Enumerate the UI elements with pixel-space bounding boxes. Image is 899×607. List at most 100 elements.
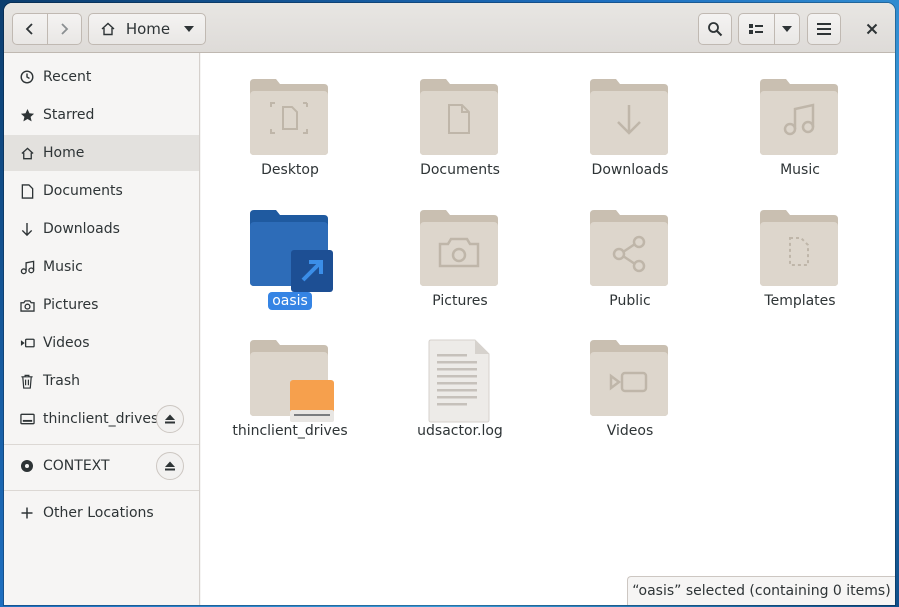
download-icon bbox=[19, 221, 35, 237]
folder-drive-icon bbox=[250, 340, 334, 422]
sidebar-separator bbox=[4, 490, 199, 491]
file-item-downloads[interactable]: Downloads bbox=[547, 53, 707, 181]
file-item-videos[interactable]: Videos bbox=[547, 314, 707, 442]
home-icon bbox=[19, 145, 35, 161]
view-menu-button[interactable] bbox=[773, 14, 799, 44]
sidebar-item-label: Music bbox=[43, 259, 83, 275]
sidebar-item-label: thinclient_drives bbox=[43, 411, 159, 427]
file-item-udsactor-log[interactable]: udsactor.log bbox=[377, 314, 537, 442]
folder-templates-icon bbox=[760, 210, 838, 286]
folder-link-icon bbox=[250, 210, 333, 292]
file-manager-window: Home Recent Starred Home Documents Downl… bbox=[4, 3, 895, 605]
file-item-pictures[interactable]: Pictures bbox=[377, 184, 537, 312]
folder-share-icon bbox=[590, 210, 668, 286]
file-item-desktop[interactable]: Desktop bbox=[207, 53, 367, 181]
sidebar-item-recent[interactable]: Recent bbox=[4, 59, 199, 95]
sidebar-item-label: Documents bbox=[43, 183, 123, 199]
sidebar-item-thinclient-drives[interactable]: thinclient_drives bbox=[4, 401, 199, 437]
chevron-right-icon bbox=[61, 23, 69, 35]
eject-icon bbox=[165, 461, 175, 471]
sidebar-item-label: CONTEXT bbox=[43, 458, 110, 474]
main-menu-button[interactable] bbox=[807, 13, 841, 45]
home-icon bbox=[101, 22, 115, 36]
folder-desktop-icon bbox=[250, 79, 328, 155]
list-view-button[interactable] bbox=[739, 14, 774, 44]
file-item-thinclient-drives[interactable]: thinclient_drives bbox=[207, 314, 367, 442]
sidebar-item-pictures[interactable]: Pictures bbox=[4, 287, 199, 323]
document-icon bbox=[19, 183, 35, 199]
file-item-documents[interactable]: Documents bbox=[377, 53, 537, 181]
folder-documents-icon bbox=[420, 79, 498, 155]
sidebar-item-documents[interactable]: Documents bbox=[4, 173, 199, 209]
file-name: Music bbox=[780, 162, 820, 178]
text-file-icon bbox=[428, 339, 490, 423]
sidebar-item-starred[interactable]: Starred bbox=[4, 97, 199, 133]
eject-button[interactable] bbox=[156, 405, 184, 433]
chevron-down-icon bbox=[781, 26, 792, 32]
search-button[interactable] bbox=[698, 13, 732, 45]
file-name: Downloads bbox=[591, 162, 669, 178]
plus-icon bbox=[19, 505, 35, 521]
sidebar-item-label: Trash bbox=[43, 373, 80, 389]
sidebar-item-label: Home bbox=[43, 145, 85, 161]
sidebar-item-downloads[interactable]: Downloads bbox=[4, 211, 199, 247]
file-name: Pictures bbox=[432, 293, 488, 309]
sidebar: Recent Starred Home Documents Downloads … bbox=[4, 53, 200, 605]
path-bar-button[interactable]: Home bbox=[88, 13, 206, 45]
sidebar-item-other-locations[interactable]: Other Locations bbox=[4, 495, 199, 531]
camera-icon bbox=[19, 297, 35, 313]
close-button[interactable] bbox=[857, 13, 887, 45]
music-icon bbox=[19, 259, 35, 275]
file-name: udsactor.log bbox=[417, 423, 503, 439]
file-name: Documents bbox=[420, 162, 500, 178]
header-bar: Home bbox=[4, 3, 895, 53]
file-item-oasis[interactable]: oasis bbox=[207, 184, 367, 312]
file-grid: Desktop Documents Downloads Music oasis … bbox=[201, 53, 895, 605]
forward-button[interactable] bbox=[46, 14, 82, 44]
chevron-down-icon bbox=[184, 26, 195, 32]
sidebar-item-label: Pictures bbox=[43, 297, 99, 313]
folder-pictures-icon bbox=[420, 210, 498, 286]
path-label: Home bbox=[125, 20, 171, 38]
folder-music-icon bbox=[760, 79, 838, 155]
file-name: thinclient_drives bbox=[232, 423, 348, 439]
sidebar-separator bbox=[4, 444, 199, 445]
sidebar-item-label: Downloads bbox=[43, 221, 120, 237]
clock-icon bbox=[19, 69, 35, 85]
chevron-left-icon bbox=[25, 23, 33, 35]
sidebar-item-label: Videos bbox=[43, 335, 90, 351]
back-button[interactable] bbox=[13, 14, 47, 44]
folder-download-icon bbox=[590, 79, 668, 155]
file-item-templates[interactable]: Templates bbox=[717, 184, 877, 312]
trash-icon bbox=[19, 373, 35, 389]
file-item-public[interactable]: Public bbox=[547, 184, 707, 312]
sidebar-item-context[interactable]: CONTEXT bbox=[4, 448, 199, 484]
eject-icon bbox=[165, 414, 175, 424]
sidebar-item-trash[interactable]: Trash bbox=[4, 363, 199, 399]
disc-icon bbox=[19, 458, 35, 474]
file-name: Templates bbox=[764, 293, 836, 309]
sidebar-item-label: Starred bbox=[43, 107, 95, 123]
file-name: oasis bbox=[268, 292, 312, 310]
view-options bbox=[738, 13, 800, 45]
list-view-icon bbox=[749, 24, 764, 34]
sidebar-item-videos[interactable]: Videos bbox=[4, 325, 199, 361]
drive-icon bbox=[19, 411, 35, 427]
eject-button[interactable] bbox=[156, 452, 184, 480]
folder-videos-icon bbox=[590, 340, 668, 416]
sidebar-item-home[interactable]: Home bbox=[4, 135, 199, 171]
video-icon bbox=[19, 335, 35, 351]
status-bar: “oasis” selected (containing 0 items) bbox=[627, 576, 895, 605]
sidebar-item-label: Other Locations bbox=[43, 505, 154, 521]
sidebar-item-music[interactable]: Music bbox=[4, 249, 199, 285]
navigation-buttons bbox=[12, 13, 82, 45]
close-icon bbox=[866, 23, 878, 35]
file-name: Videos bbox=[606, 423, 654, 439]
file-name: Desktop bbox=[261, 162, 319, 178]
file-name: Public bbox=[609, 293, 651, 309]
star-icon bbox=[19, 107, 35, 123]
file-item-music[interactable]: Music bbox=[717, 53, 877, 181]
sidebar-item-label: Recent bbox=[43, 69, 92, 85]
search-icon bbox=[708, 22, 723, 37]
hamburger-menu-icon bbox=[817, 23, 831, 35]
